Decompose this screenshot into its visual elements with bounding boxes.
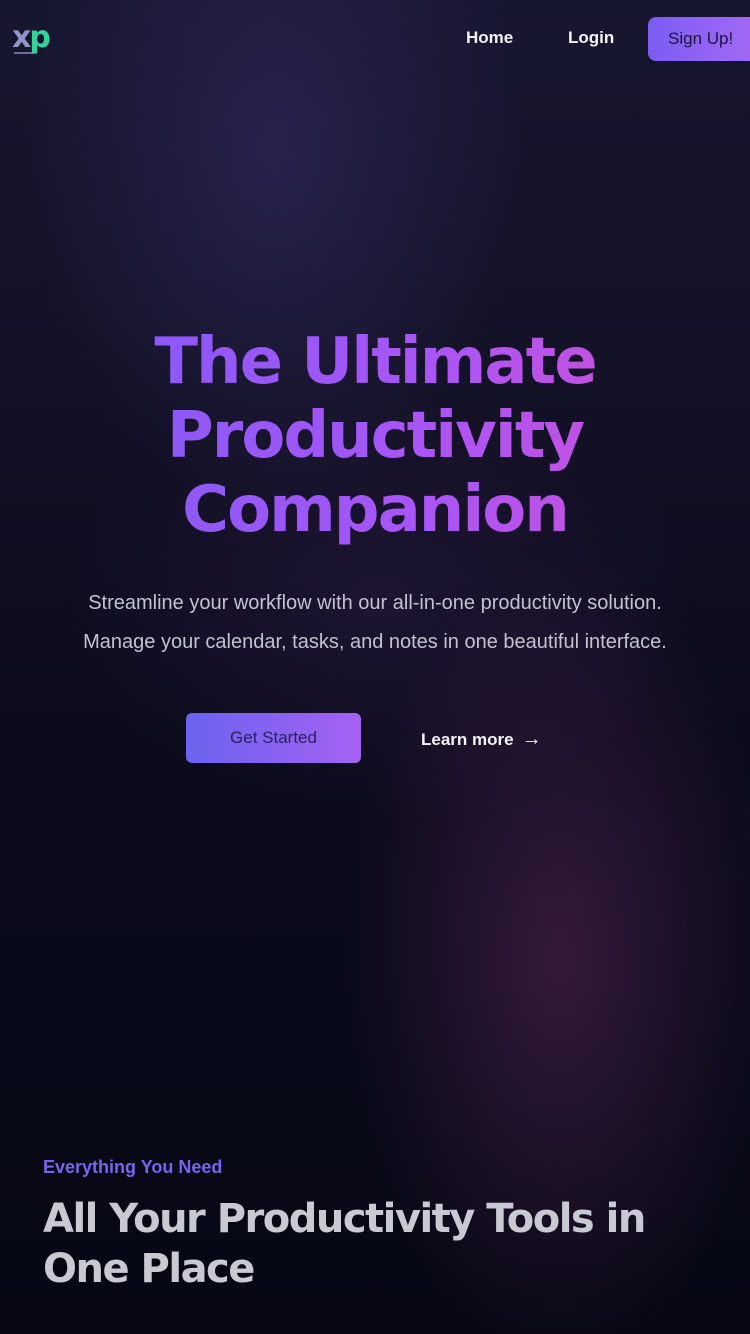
get-started-button[interactable]: Get Started <box>186 713 361 763</box>
learn-more-label: Learn more <box>421 730 514 749</box>
hero-title-line-1: The Ultimate <box>0 325 750 399</box>
logo-letter-x: x <box>12 20 31 55</box>
features-section-title: All Your Productivity Tools in One Place <box>43 1196 646 1292</box>
learn-more-link[interactable]: Learn more → <box>421 728 542 751</box>
hero-title-line-3: Companion <box>0 473 750 547</box>
features-eyebrow: Everything You Need <box>43 1157 223 1177</box>
logo-underline <box>14 52 34 54</box>
hero-title-line-2: Productivity <box>0 399 750 473</box>
logo-letter-p: p <box>29 20 51 55</box>
nav-login-link[interactable]: Login <box>568 28 614 48</box>
brand-logo[interactable]: xp <box>12 22 56 56</box>
hero-subtitle-line-1: Streamline your workflow with our all-in… <box>88 592 662 614</box>
signup-button[interactable]: Sign Up! <box>648 17 750 61</box>
hero-title: The Ultimate Productivity Companion <box>0 325 750 547</box>
page-background <box>0 0 750 1334</box>
nav-home-link[interactable]: Home <box>466 28 513 48</box>
arrow-right-icon: → <box>521 728 542 750</box>
hero-subtitle-line-2: Manage your calendar, tasks, and notes i… <box>83 631 667 653</box>
top-nav: xp Home Login Sign Up! <box>0 0 750 80</box>
